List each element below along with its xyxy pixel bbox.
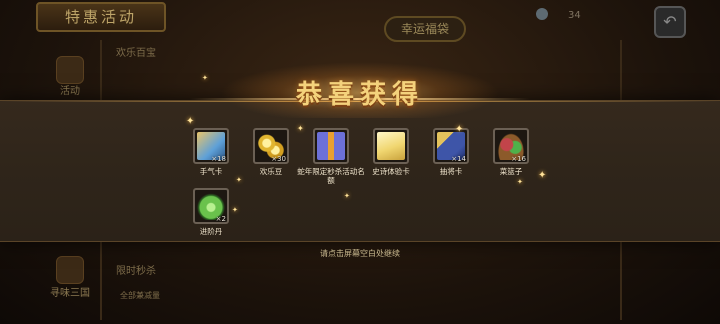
sparkle-icon: ✦	[202, 74, 208, 82]
reward-item-gift-box[interactable]	[313, 128, 349, 164]
reward-item-gold-beans[interactable]: ×30	[253, 128, 289, 164]
noodle-bowl-icon[interactable]	[56, 256, 84, 284]
sparkle-icon: ✦	[236, 176, 242, 184]
sparkle-icon: ✦	[186, 116, 195, 127]
back-arrow-icon: ↶	[663, 12, 677, 31]
sparkle-icon: ✦	[538, 170, 547, 181]
side-text-all: 全部兼减量	[120, 291, 160, 300]
currency-count: 34	[568, 10, 581, 21]
reward-item-vegetable-basket[interactable]: ×16	[493, 128, 529, 164]
sparkle-icon: ✦	[455, 124, 464, 135]
item-qty: ×14	[451, 155, 466, 163]
item-qty: ×30	[271, 155, 286, 163]
event-header-title: 特惠活动	[36, 2, 166, 32]
side-text-happy-treasure: 欢乐百宝	[116, 48, 156, 59]
reward-item-epic-card[interactable]	[373, 128, 409, 164]
side-nav-activity-label: 活动	[60, 86, 80, 97]
epic-card-icon	[377, 132, 405, 160]
gift-box-icon	[317, 132, 345, 160]
sparkle-icon: ✦	[344, 192, 350, 200]
sparkle-icon: ✦	[232, 206, 238, 214]
shop-sign: 幸运福袋	[384, 16, 466, 42]
item-label: 进阶丹	[199, 227, 223, 236]
item-qty: ×16	[511, 155, 526, 163]
reward-title: 恭喜获得	[295, 80, 424, 110]
gift-icon[interactable]	[56, 56, 84, 84]
back-button[interactable]: ↶	[654, 6, 686, 38]
sparkle-icon: ✦	[297, 124, 304, 133]
reward-item-luck-card[interactable]: ×18	[193, 128, 229, 164]
continue-hint[interactable]: 请点击屏幕空白处继续	[300, 248, 420, 259]
sparkle-icon: ✦	[517, 178, 523, 186]
item-qty: ×2	[215, 215, 226, 223]
side-nav-flavor-label: 寻味三国	[50, 288, 90, 299]
currency-icon	[536, 8, 548, 20]
reward-item-draw-general-card[interactable]: ×14	[433, 128, 469, 164]
item-label: 菜篮子	[499, 167, 523, 176]
reward-title-banner: 恭喜获得	[190, 62, 530, 118]
side-text-flash-sale: 限时秒杀	[116, 266, 156, 277]
reward-item-advance-pill[interactable]: ×2	[193, 188, 229, 224]
item-qty: ×18	[211, 155, 226, 163]
